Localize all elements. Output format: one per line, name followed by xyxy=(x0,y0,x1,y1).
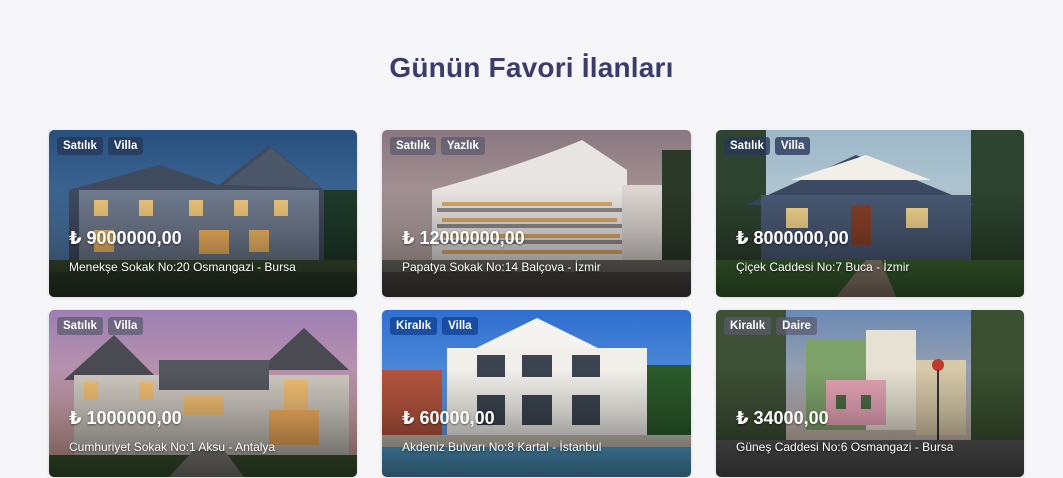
listing-type-badge: Villa xyxy=(442,317,478,335)
listing-badges: Satılık Yazlık xyxy=(390,137,485,155)
listing-price: ₺ 1000000,00 xyxy=(69,408,182,428)
listing-status-badge: Kiralık xyxy=(390,317,438,335)
listing-status-badge: Satılık xyxy=(390,137,436,155)
listing-price: ₺ 8000000,00 xyxy=(736,228,849,248)
listing-address: Çiçek Caddesi No:7 Buca - İzmir xyxy=(736,260,910,274)
listing-card[interactable]: Kiralık Villa ₺ 60000,00 Akdeniz Bulvarı… xyxy=(382,310,691,477)
listing-badges: Kiralık Villa xyxy=(390,317,478,335)
listing-address: Menekşe Sokak No:20 Osmangazi - Bursa xyxy=(69,260,296,274)
listing-card[interactable]: Satılık Villa ₺ 9000000,00 Menekşe Sokak… xyxy=(49,130,357,297)
listing-status-badge: Satılık xyxy=(724,137,770,155)
favorite-listings-section: Günün Favori İlanları Satılık Villa ₺ 90… xyxy=(0,0,1063,478)
listing-card[interactable]: Satılık Villa ₺ 8000000,00 Çiçek Caddesi… xyxy=(716,130,1024,297)
listing-badges: Satılık Villa xyxy=(57,317,144,335)
listing-address: Papatya Sokak No:14 Balçova - İzmir xyxy=(402,260,601,274)
listing-price: ₺ 12000000,00 xyxy=(402,228,525,248)
listing-card[interactable]: Kiralık Daire ₺ 34000,00 Güneş Caddesi N… xyxy=(716,310,1024,477)
listing-card[interactable]: Satılık Villa ₺ 1000000,00 Cumhuriyet So… xyxy=(49,310,357,477)
listing-badges: Satılık Villa xyxy=(57,137,144,155)
listing-status-badge: Kiralık xyxy=(724,317,772,335)
listing-address: Cumhuriyet Sokak No:1 Aksu - Antalya xyxy=(69,440,276,454)
listings-grid: Satılık Villa ₺ 9000000,00 Menekşe Sokak… xyxy=(49,130,1024,477)
listing-badges: Satılık Villa xyxy=(724,137,811,155)
listing-card[interactable]: Satılık Yazlık ₺ 12000000,00 Papatya Sok… xyxy=(382,130,691,297)
listing-price: ₺ 9000000,00 xyxy=(69,228,182,248)
listing-status-badge: Satılık xyxy=(57,137,103,155)
listing-type-badge: Villa xyxy=(107,317,144,335)
listing-status-badge: Satılık xyxy=(57,317,103,335)
listing-badges: Kiralık Daire xyxy=(724,317,817,335)
listing-price: ₺ 60000,00 xyxy=(402,408,495,428)
listing-type-badge: Villa xyxy=(774,137,811,155)
listing-address: Güneş Caddesi No:6 Osmangazi - Bursa xyxy=(736,440,954,454)
listing-price: ₺ 34000,00 xyxy=(736,408,829,428)
listing-type-badge: Villa xyxy=(107,137,144,155)
section-title: Günün Favori İlanları xyxy=(389,52,674,83)
listing-type-badge: Daire xyxy=(776,317,817,335)
listing-address: Akdeniz Bulvarı No:8 Kartal - İstanbul xyxy=(402,440,602,454)
listing-type-badge: Yazlık xyxy=(440,137,485,155)
